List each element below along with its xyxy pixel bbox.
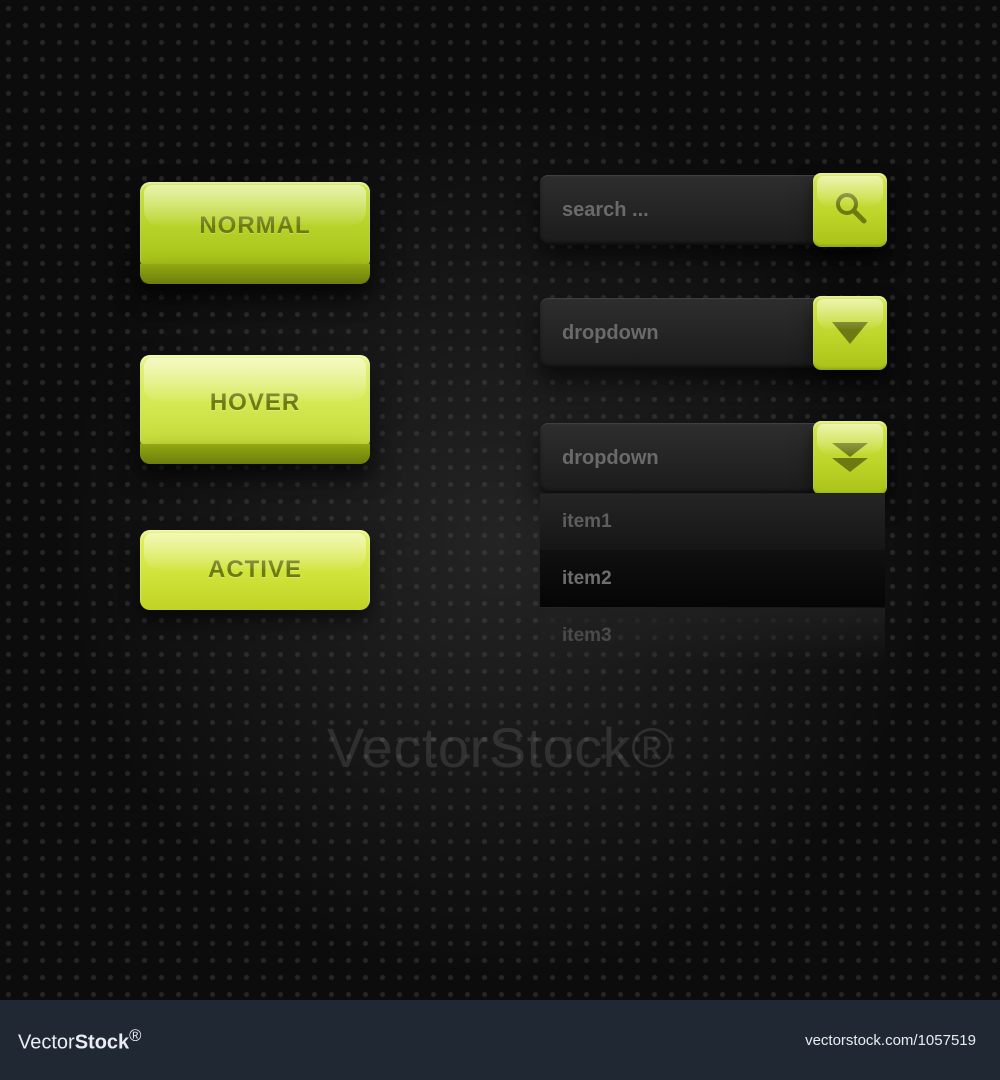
dropdown-list: item1 item2 item3 xyxy=(540,493,885,664)
search-placeholder: search ... xyxy=(562,199,649,222)
chevron-down-icon xyxy=(832,322,868,344)
double-chevron-down-icon xyxy=(832,443,868,473)
footer-logo: VectorStock® xyxy=(18,1026,141,1055)
footer-logo-bold: Stock xyxy=(75,1031,129,1053)
normal-button[interactable]: NORMAL xyxy=(140,182,370,270)
dropdown-item-label: item1 xyxy=(562,511,612,533)
dropdown-item[interactable]: item1 xyxy=(540,493,885,550)
dropdown-closed[interactable]: dropdown xyxy=(540,298,885,368)
magnifier-icon xyxy=(832,189,868,231)
active-button[interactable]: ACTIVE xyxy=(140,530,370,610)
dropdown-closed-label: dropdown xyxy=(562,322,659,345)
active-button-label: ACTIVE xyxy=(208,556,302,584)
hover-button[interactable]: HOVER xyxy=(140,355,370,450)
normal-button-label: NORMAL xyxy=(199,212,310,240)
footer-bar: VectorStock® vectorstock.com/1057519 xyxy=(0,1000,1000,1080)
footer-logo-light: Vector xyxy=(18,1031,75,1053)
search-button[interactable] xyxy=(813,173,887,247)
dropdown-item-label: item2 xyxy=(562,568,612,590)
dropdown-item[interactable]: item2 xyxy=(540,550,885,607)
dropdown-open[interactable]: dropdown xyxy=(540,423,885,493)
dropdown-item-label: item3 xyxy=(562,625,612,647)
watermark-text: VectorStock® xyxy=(0,715,1000,780)
dropdown-collapse-button[interactable] xyxy=(813,421,887,495)
footer-url: vectorstock.com/1057519 xyxy=(805,1032,976,1049)
dropdown-toggle-button[interactable] xyxy=(813,296,887,370)
dropdown-open-label: dropdown xyxy=(562,447,659,470)
hover-button-label: HOVER xyxy=(210,389,300,417)
dropdown-item[interactable]: item3 xyxy=(540,607,885,664)
search-field[interactable]: search ... xyxy=(540,175,885,245)
